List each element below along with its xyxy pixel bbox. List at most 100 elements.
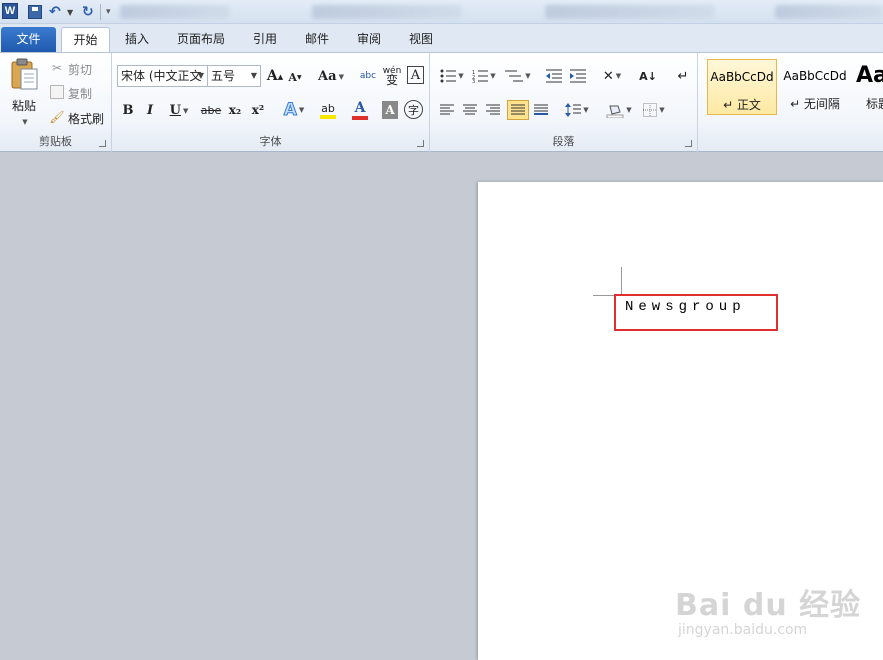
numbering-button[interactable]: 1 2 3 ▼ (470, 67, 498, 85)
phonetic-guide-button[interactable]: wén 变 (382, 65, 402, 87)
justify-icon (511, 104, 525, 115)
underline-button[interactable]: U ▼ (166, 101, 192, 119)
grow-font-icon: A (266, 68, 278, 84)
title-bar: W ↶ ▼ ↻ ▾ (0, 0, 883, 24)
customize-quick-access-icon[interactable]: ▾ (106, 3, 111, 21)
shading-button[interactable]: ▼ (604, 99, 634, 121)
paragraph-group-label: 段落 (552, 135, 575, 148)
decrease-indent-button[interactable] (544, 67, 564, 85)
scissors-icon: ✂ (51, 61, 63, 75)
styles-group: AaBbCcDd ↵ 正文 AaBbCcDd ↵ 无间隔 Aa 标题 (698, 53, 883, 152)
clipboard-launcher-icon[interactable] (99, 140, 106, 147)
italic-button[interactable]: I (142, 101, 158, 119)
paragraph-group: ▼ 1 2 3 ▼ ▼ ✕ ▼ A↓ ↵ ▼ ▼ ▼ 段落 (430, 53, 698, 152)
bold-button[interactable]: B (120, 101, 136, 119)
multilevel-list-button[interactable]: ▼ (503, 67, 533, 85)
decrease-indent-icon (546, 69, 562, 83)
chevron-down-icon: ▼ (250, 71, 257, 80)
format-painter-button[interactable]: 格式刷 (68, 110, 104, 127)
grow-font-button[interactable]: A ▲ (267, 67, 283, 85)
copy-icon (50, 85, 64, 99)
highlight-color-bar (320, 114, 336, 119)
style-heading-1[interactable]: Aa 标题 (850, 59, 883, 115)
style-name: ↵ 无间隔 (790, 97, 840, 111)
increase-indent-button[interactable] (568, 67, 588, 85)
enclose-char-button[interactable]: 字 (404, 100, 423, 119)
subscript-button[interactable]: x₂ (226, 101, 244, 119)
bullets-icon (440, 69, 457, 83)
borders-button[interactable]: ▼ (640, 99, 668, 121)
font-color-icon: A (354, 100, 366, 116)
text-effect-button[interactable]: A ▼ (280, 99, 308, 121)
paste-icon (11, 58, 38, 90)
ribbon-home: 粘贴 ▼ ✂ 剪切 复制 🖌 格式刷 剪贴板 宋体 (中文正文 ▼ 五号 ▼ A… (0, 52, 883, 152)
distributed-button[interactable] (532, 101, 550, 119)
font-group-label: 字体 (259, 135, 282, 148)
line-spacing-button[interactable]: ▼ (563, 101, 591, 119)
font-name-combo[interactable]: 宋体 (中文正文 ▼ (117, 65, 208, 87)
paragraph-launcher-icon[interactable] (685, 140, 692, 147)
bullets-button[interactable]: ▼ (438, 67, 466, 85)
copy-button[interactable]: 复制 (68, 85, 92, 102)
word-app-icon[interactable]: W (2, 3, 18, 19)
align-right-button[interactable] (484, 101, 502, 119)
tab-home[interactable]: 开始 (61, 27, 110, 52)
format-painter-icon: 🖌 (49, 110, 65, 124)
text-effect-icon: A (283, 100, 297, 121)
show-marks-button[interactable]: ↵ (675, 66, 691, 86)
blurred-window-tab (775, 5, 883, 19)
chinese-layout-button[interactable]: ✕ ▼ (598, 67, 626, 85)
clear-format-button[interactable]: abc (358, 65, 378, 87)
paste-button[interactable]: 粘贴 ▼ (6, 57, 42, 143)
change-case-button[interactable]: Aa ▼ (318, 67, 344, 85)
redo-icon[interactable]: ↻ (82, 3, 94, 21)
watermark-sub: jingyan.baidu.com (678, 622, 808, 638)
tab-references[interactable]: 引用 (244, 27, 286, 52)
style-sample: AaBbCcDd (783, 69, 847, 83)
font-name-value: 宋体 (中文正文 (121, 69, 202, 83)
font-size-value: 五号 (211, 69, 236, 83)
paint-bucket-icon (606, 105, 624, 118)
style-no-spacing[interactable]: AaBbCcDd ↵ 无间隔 (780, 59, 850, 115)
borders-icon (643, 103, 658, 117)
superscript-button[interactable]: x² (249, 101, 267, 119)
tab-file[interactable]: 文件 (1, 27, 56, 52)
style-sample: Aa (856, 63, 883, 88)
tab-insert[interactable]: 插入 (115, 27, 159, 52)
document-text[interactable]: Newsgroup (625, 299, 746, 315)
justify-button[interactable] (507, 100, 529, 120)
font-size-combo[interactable]: 五号 ▼ (207, 65, 261, 87)
strikethrough-button[interactable]: abe (200, 101, 222, 119)
shrink-font-button[interactable]: A ▼ (288, 69, 302, 85)
paste-dropdown-icon[interactable]: ▼ (22, 118, 27, 126)
clipboard-group-label: 剪贴板 (39, 135, 72, 148)
tab-mailings[interactable]: 邮件 (296, 27, 338, 52)
tab-review[interactable]: 审阅 (347, 27, 391, 52)
tab-page-layout[interactable]: 页面布局 (168, 27, 234, 52)
line-spacing-icon (565, 103, 582, 117)
align-left-button[interactable] (438, 101, 456, 119)
align-center-button[interactable] (461, 101, 479, 119)
sort-button[interactable]: A↓ (638, 66, 658, 86)
paste-label: 粘贴 (11, 99, 36, 113)
font-launcher-icon[interactable] (417, 140, 424, 147)
numbering-icon: 123 (472, 70, 489, 83)
highlight-button[interactable]: ab (312, 99, 344, 121)
shrink-font-icon: A (288, 70, 297, 84)
style-normal[interactable]: AaBbCcDd ↵ 正文 (707, 59, 777, 115)
font-color-bar (352, 116, 368, 120)
save-icon[interactable] (28, 5, 42, 19)
tab-view[interactable]: 视图 (399, 27, 443, 52)
change-case-icon: Aa (318, 68, 337, 84)
undo-icon[interactable]: ↶ (49, 3, 61, 21)
chinese-layout-icon: ✕ (602, 68, 614, 84)
undo-dropdown-icon[interactable]: ▼ (67, 3, 73, 21)
underline-icon: U (169, 102, 181, 118)
font-color-button[interactable]: A (346, 99, 374, 121)
char-shading-button[interactable]: A (382, 101, 398, 119)
cut-button[interactable]: 剪切 (68, 61, 92, 78)
char-border-button[interactable]: A (407, 66, 424, 84)
align-right-icon (486, 104, 500, 115)
style-name: 标题 (866, 97, 883, 111)
clipboard-group: 粘贴 ▼ ✂ 剪切 复制 🖌 格式刷 剪贴板 (0, 53, 112, 152)
